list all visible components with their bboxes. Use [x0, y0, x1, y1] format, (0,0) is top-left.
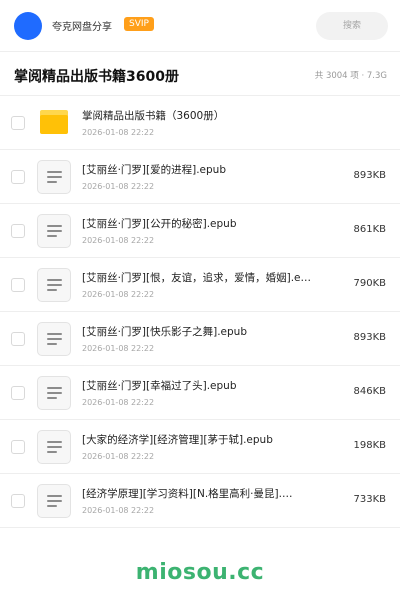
- checkbox[interactable]: [11, 224, 25, 238]
- checkbox[interactable]: [11, 386, 25, 400]
- item-date: 2026-01-08 22:22: [82, 452, 155, 461]
- checkbox[interactable]: [11, 278, 25, 292]
- item-date: 2026-01-08 22:22: [82, 236, 155, 245]
- item-date: 2026-01-08 22:22: [82, 290, 155, 299]
- avatar[interactable]: [14, 12, 42, 40]
- item-name: [艾丽丝·门罗][公开的秘密].epub: [82, 218, 237, 230]
- list-item[interactable]: [艾丽丝·门罗][公开的秘密].epub 2026-01-08 22:22 86…: [0, 204, 400, 258]
- checkbox[interactable]: [11, 116, 25, 130]
- item-size: 733KB: [353, 494, 386, 505]
- folder-icon: [40, 110, 68, 134]
- item-name: [艾丽丝·门罗][爱的进程].epub: [82, 164, 227, 176]
- file-icon: [37, 214, 71, 248]
- item-date: 2026-01-08 22:22: [82, 506, 155, 515]
- file-icon: [37, 268, 71, 302]
- item-date: 2026-01-08 22:22: [82, 182, 155, 191]
- list-item[interactable]: [艾丽丝·门罗][爱的进程].epub 2026-01-08 22:22 893…: [0, 150, 400, 204]
- folder-title-bar: 掌阅精品出版书籍3600册 共 3004 项 · 7.3G: [0, 52, 400, 96]
- folder-meta: 共 3004 项 · 7.3G: [314, 71, 387, 81]
- item-name: [大家的经济学][经济管理][茅于轼].epub: [82, 434, 273, 446]
- file-icon: [37, 160, 71, 194]
- item-size: 198KB: [353, 440, 386, 451]
- site-watermark: miosou.cc: [135, 560, 265, 585]
- file-icon: [37, 322, 71, 356]
- list-item-folder[interactable]: 掌阅精品出版书籍（3600册） 2026-01-08 22:22: [0, 96, 400, 150]
- list-item[interactable]: [艾丽丝·门罗][幸福过了头].epub 2026-01-08 22:22 84…: [0, 366, 400, 420]
- file-icon: [37, 376, 71, 410]
- checkbox[interactable]: [11, 440, 25, 454]
- item-name: 掌阅精品出版书籍（3600册）: [82, 110, 225, 122]
- search-input[interactable]: [316, 12, 388, 40]
- file-list: 掌阅精品出版书籍（3600册） 2026-01-08 22:22 [艾丽丝·门罗…: [0, 96, 400, 528]
- item-size: 893KB: [353, 170, 386, 181]
- item-name: [经济学原理][学习资料][N.格里高利·曼昆].…: [82, 488, 293, 500]
- item-size: 893KB: [353, 332, 386, 343]
- item-date: 2026-01-08 22:22: [82, 398, 155, 407]
- list-item[interactable]: [艾丽丝·门罗][恨，友谊，追求，爱情，婚姻].e… 2026-01-08 22…: [0, 258, 400, 312]
- page-title: 掌阅精品出版书籍3600册: [14, 69, 179, 85]
- file-icon: [37, 430, 71, 464]
- item-date: 2026-01-08 22:22: [82, 128, 155, 137]
- list-item[interactable]: [艾丽丝·门罗][快乐影子之舞].epub 2026-01-08 22:22 8…: [0, 312, 400, 366]
- item-name: [艾丽丝·门罗][快乐影子之舞].epub: [82, 326, 248, 338]
- list-item[interactable]: [经济学原理][学习资料][N.格里高利·曼昆].… 2026-01-08 22…: [0, 474, 400, 528]
- item-name: [艾丽丝·门罗][恨，友谊，追求，爱情，婚姻].e…: [82, 272, 312, 284]
- checkbox[interactable]: [11, 332, 25, 346]
- item-size: 846KB: [353, 386, 386, 397]
- item-size: 861KB: [353, 224, 386, 235]
- item-date: 2026-01-08 22:22: [82, 344, 155, 353]
- item-size: 790KB: [353, 278, 386, 289]
- svip-badge: SVIP: [124, 17, 154, 31]
- header: 夸克网盘分享 SVIP: [0, 0, 400, 52]
- site-name: 夸克网盘分享: [52, 22, 112, 33]
- item-name: [艾丽丝·门罗][幸福过了头].epub: [82, 380, 237, 392]
- list-item[interactable]: [大家的经济学][经济管理][茅于轼].epub 2026-01-08 22:2…: [0, 420, 400, 474]
- checkbox[interactable]: [11, 170, 25, 184]
- checkbox[interactable]: [11, 494, 25, 508]
- file-icon: [37, 484, 71, 518]
